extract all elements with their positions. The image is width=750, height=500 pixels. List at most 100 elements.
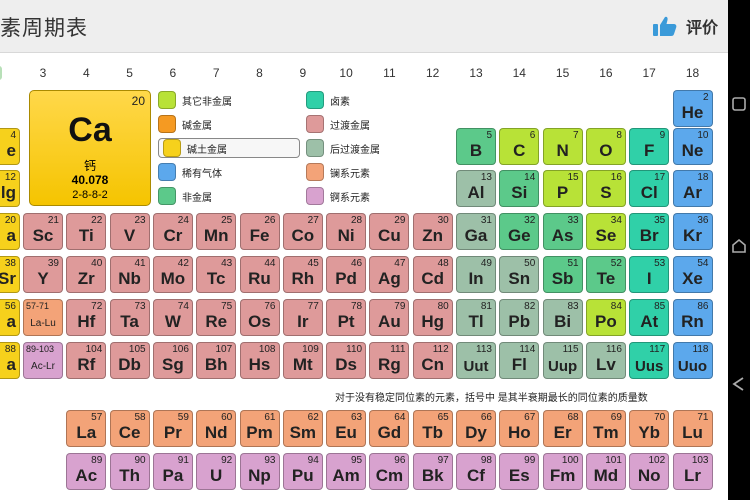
element-cell-no[interactable]: 102 No [629,453,670,490]
element-cell-lv[interactable]: 116 Lv [585,342,626,379]
element-cell-b[interactable]: 5B [456,128,496,165]
element-cell-am[interactable]: 95 Am [326,453,367,490]
element-cell-group2[interactable]: 12 lg [0,170,20,207]
element-cell-pm[interactable]: 61 Pm [239,410,280,447]
element-cell-au[interactable]: 79 Au [369,299,410,336]
element-cell-ds[interactable]: 110 Ds [326,342,367,379]
element-cell-bk[interactable]: 97 Bk [412,453,453,490]
element-cell-ti[interactable]: 22 Ti [66,213,107,250]
element-cell-zn[interactable]: 30 Zn [412,213,453,250]
element-cell-rh[interactable]: 45 Rh [282,256,323,293]
element-cell-cr[interactable]: 24 Cr [152,213,193,250]
element-cell-pt[interactable]: 78 Pt [326,299,367,336]
legend-item[interactable]: 碱土金属 [158,138,300,158]
element-cell-mt[interactable]: 109 Mt [282,342,323,379]
element-cell-rf[interactable]: 104 Rf [66,342,107,379]
element-cell-se[interactable]: 34 Se [585,213,626,250]
element-cell-ni[interactable]: 28 Ni [326,213,367,250]
element-cell-rg[interactable]: 111 Rg [369,342,410,379]
element-cell-ac[interactable]: 89 Ac [66,453,107,490]
element-cell-ga[interactable]: 31 Ga [456,213,496,250]
element-cell-po[interactable]: 84 Po [585,299,626,336]
element-cell-uut[interactable]: 113 Uut [456,342,496,379]
featured-element-card[interactable]: 20 Ca 钙 40.078 2-8-8-2 [29,90,151,206]
element-cell-uus[interactable]: 117 Uus [629,342,670,379]
element-cell-v[interactable]: 23 V [109,213,150,250]
element-cell-sg[interactable]: 106 Sg [152,342,193,379]
home-icon[interactable] [731,238,747,254]
element-cell-ta[interactable]: 73 Ta [109,299,150,336]
legend-item[interactable]: 锕系元素 [306,186,370,206]
element-cell-os[interactable]: 76 Os [239,299,280,336]
element-cell-tc[interactable]: 43 Tc [196,256,237,293]
element-cell-pr[interactable]: 59 Pr [152,410,193,447]
legend-item[interactable]: 镧系元素 [306,162,370,182]
element-cell-hs[interactable]: 108 Hs [239,342,280,379]
element-cell-i[interactable]: 53 I [629,256,670,293]
element-cell-mo[interactable]: 42 Mo [152,256,193,293]
element-cell-cf[interactable]: 98 Cf [456,453,496,490]
element-cell-hg[interactable]: 80 Hg [412,299,453,336]
element-cell-p[interactable]: 15 P [542,170,583,207]
element-cell-nb[interactable]: 41 Nb [109,256,150,293]
element-cell-c[interactable]: 6C [499,128,540,165]
element-cell-re[interactable]: 75 Re [196,299,237,336]
element-cell-fl[interactable]: 114 Fl [499,342,540,379]
element-cell-f[interactable]: 9F [629,128,670,165]
element-cell-bi[interactable]: 83 Bi [542,299,583,336]
element-cell-cm[interactable]: 96 Cm [369,453,410,490]
element-cell-co[interactable]: 27 Co [282,213,323,250]
element-cell-rn[interactable]: 86 Rn [672,299,713,336]
rate-button[interactable]: 评价 [652,14,718,38]
element-cell-ac-lr[interactable]: 89-103 Ac-Lr [23,342,63,379]
legend-item[interactable]: 后过渡金属 [306,138,380,158]
element-cell-pb[interactable]: 82 Pb [499,299,540,336]
element-cell-fe[interactable]: 26 Fe [239,213,280,250]
element-cell-th[interactable]: 90 Th [109,453,150,490]
element-cell-sc[interactable]: 21 Sc [23,213,63,250]
element-cell-n[interactable]: 7N [542,128,583,165]
element-cell-cu[interactable]: 29 Cu [369,213,410,250]
element-cell-br[interactable]: 35 Br [629,213,670,250]
legend-item[interactable]: 稀有气体 [158,162,222,182]
element-cell-es[interactable]: 99 Es [499,453,540,490]
element-cell-ag[interactable]: 47 Ag [369,256,410,293]
element-cell-as[interactable]: 33 As [542,213,583,250]
element-cell-sm[interactable]: 62 Sm [282,410,323,447]
element-cell-pd[interactable]: 46 Pd [326,256,367,293]
element-cell-tl[interactable]: 81 Tl [456,299,496,336]
element-cell-o[interactable]: 8O [585,128,626,165]
element-cell-group2[interactable]: 4e [0,128,20,165]
element-cell-ar[interactable]: 18 Ar [672,170,713,207]
element-cell-w[interactable]: 74 W [152,299,193,336]
element-cell-dy[interactable]: 66 Dy [456,410,496,447]
element-cell-la[interactable]: 57 La [66,410,107,447]
element-cell-er[interactable]: 68 Er [542,410,583,447]
element-cell-kr[interactable]: 36 Kr [672,213,713,250]
element-cell-gd[interactable]: 64 Gd [369,410,410,447]
element-cell-xe[interactable]: 54 Xe [672,256,713,293]
element-cell-cd[interactable]: 48 Cd [412,256,453,293]
element-cell-sb[interactable]: 51 Sb [542,256,583,293]
element-cell-ne[interactable]: 10 Ne [672,128,713,165]
element-cell-cl[interactable]: 17 Cl [629,170,670,207]
back-icon[interactable] [731,376,747,392]
element-cell-yb[interactable]: 70 Yb [629,410,670,447]
element-cell-zr[interactable]: 40 Zr [66,256,107,293]
element-cell-group2[interactable]: 56 a [0,299,20,336]
element-cell-group2[interactable]: 88 a [0,342,20,379]
element-cell-si[interactable]: 14 Si [499,170,540,207]
element-cell-lu[interactable]: 71 Lu [672,410,713,447]
element-cell-cn[interactable]: 112 Cn [412,342,453,379]
element-cell-ir[interactable]: 77 Ir [282,299,323,336]
legend-item[interactable]: 其它非金属 [158,90,232,110]
element-cell-ru[interactable]: 44 Ru [239,256,280,293]
element-cell-md[interactable]: 101 Md [585,453,626,490]
legend-item[interactable]: 非金属 [158,186,212,206]
element-cell-eu[interactable]: 63 Eu [326,410,367,447]
element-cell-tb[interactable]: 65 Tb [412,410,453,447]
element-cell-tm[interactable]: 69 Tm [585,410,626,447]
element-cell-ge[interactable]: 32 Ge [499,213,540,250]
element-cell-group2[interactable]: 20 a [0,213,20,250]
element-cell-y[interactable]: 39 Y [23,256,63,293]
